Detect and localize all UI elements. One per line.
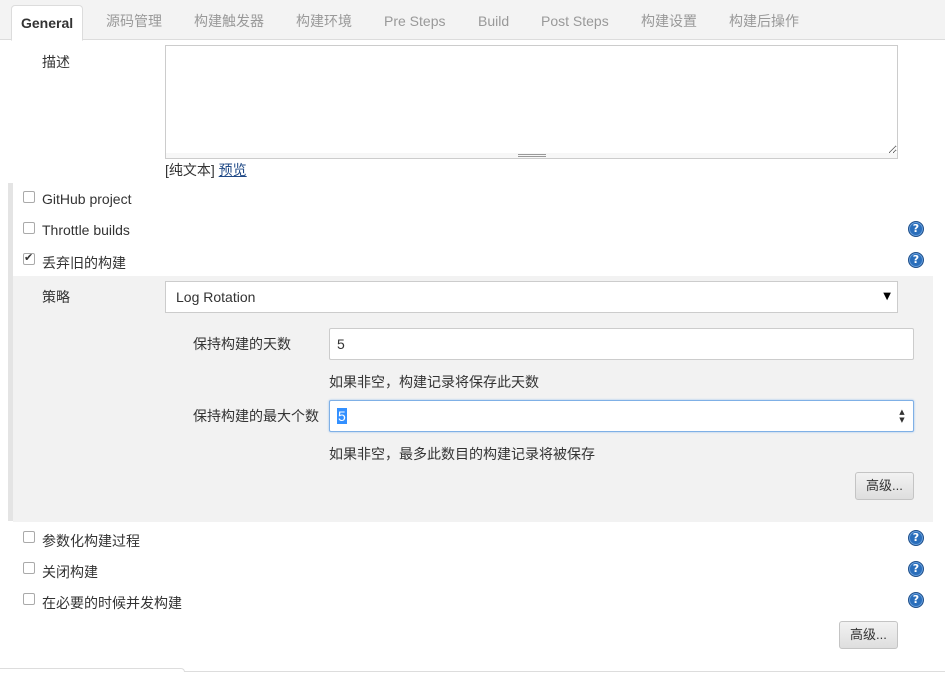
- description-label: 描述: [42, 54, 70, 70]
- number-spinner-icon[interactable]: ▲ ▼: [897, 408, 907, 424]
- tab-build-triggers[interactable]: 构建触发器: [194, 0, 264, 40]
- disable-build-help-icon[interactable]: ?: [908, 561, 924, 577]
- days-to-keep-label: 保持构建的天数: [193, 336, 291, 352]
- grip-icon: [518, 154, 546, 157]
- tab-pre-steps[interactable]: Pre Steps: [384, 0, 445, 40]
- max-builds-hint: 如果非空，最多此数目的构建记录将被保存: [329, 446, 595, 462]
- strategy-label: 策略: [42, 289, 70, 305]
- next-section-tab-edge: [0, 668, 185, 672]
- parameterized-checkbox[interactable]: [23, 531, 35, 543]
- parameterized-help-icon[interactable]: ?: [908, 530, 924, 546]
- discard-old-builds-label: 丢弃旧的构建: [42, 255, 126, 271]
- throttle-builds-checkbox[interactable]: [23, 222, 35, 234]
- concurrent-builds-label: 在必要的时候并发构建: [42, 595, 182, 611]
- discard-old-builds-checkbox[interactable]: [23, 251, 35, 265]
- dropdown-arrow-icon: ▼: [883, 291, 891, 302]
- max-builds-input[interactable]: 5 ▲ ▼: [329, 400, 914, 432]
- days-to-keep-value: 5: [337, 336, 345, 352]
- github-project-label: GitHub project: [42, 191, 132, 207]
- tab-post-steps[interactable]: Post Steps: [541, 0, 609, 40]
- throttle-builds-label: Throttle builds: [42, 222, 130, 238]
- strategy-selected-value: Log Rotation: [176, 289, 256, 305]
- tab-bar: General 源码管理 构建触发器 构建环境 Pre Steps Build …: [0, 0, 945, 41]
- concurrent-builds-checkbox[interactable]: [23, 593, 35, 605]
- textarea-resize-handle[interactable]: [165, 153, 898, 159]
- preview-link[interactable]: 预览: [219, 162, 247, 178]
- max-builds-label: 保持构建的最大个数: [193, 408, 319, 424]
- tab-build-settings[interactable]: 构建设置: [641, 0, 697, 40]
- disable-build-checkbox[interactable]: [23, 562, 35, 574]
- description-textarea[interactable]: [165, 45, 898, 155]
- strategy-advanced-button[interactable]: 高级...: [855, 472, 914, 500]
- days-to-keep-input[interactable]: 5: [329, 328, 914, 360]
- plain-text-label: [纯文本]: [165, 162, 215, 178]
- days-to-keep-hint: 如果非空，构建记录将保存此天数: [329, 374, 539, 390]
- discard-old-builds-help-icon[interactable]: ?: [908, 252, 924, 268]
- description-format-row: [纯文本] 预览: [165, 160, 247, 180]
- tab-source-management[interactable]: 源码管理: [106, 0, 162, 40]
- tab-general[interactable]: General: [11, 5, 84, 41]
- parameterized-label: 参数化构建过程: [42, 533, 140, 549]
- throttle-builds-help-icon[interactable]: ?: [908, 221, 924, 237]
- max-builds-value: 5: [337, 408, 347, 424]
- strategy-select[interactable]: Log Rotation ▼: [165, 281, 898, 313]
- advanced-button[interactable]: 高级...: [839, 621, 898, 649]
- tab-post-build-actions[interactable]: 构建后操作: [729, 0, 799, 40]
- tab-build-environment[interactable]: 构建环境: [296, 0, 352, 40]
- github-project-checkbox[interactable]: [23, 191, 35, 203]
- general-section: 描述 [纯文本] 预览 GitHub project Throttle buil…: [0, 40, 945, 674]
- tab-build[interactable]: Build: [478, 0, 509, 40]
- concurrent-builds-help-icon[interactable]: ?: [908, 592, 924, 608]
- disable-build-label: 关闭构建: [42, 564, 98, 580]
